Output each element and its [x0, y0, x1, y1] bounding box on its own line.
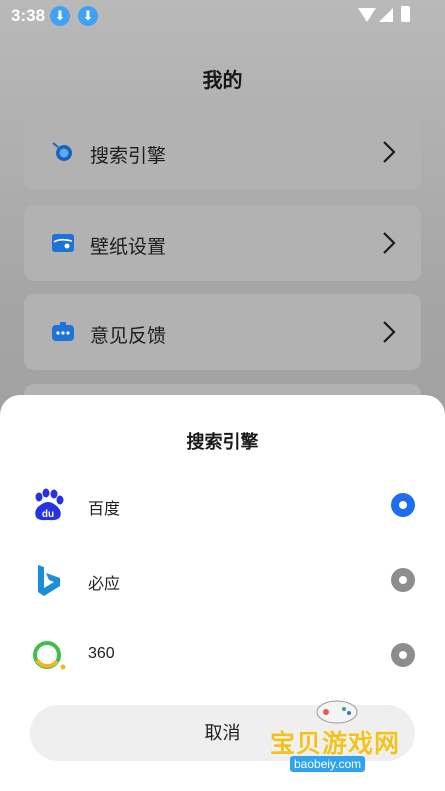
page-title: 我的: [202, 70, 243, 92]
search-engine-icon: [52, 142, 72, 161]
download-icon: ⬇: [78, 6, 98, 26]
gamepad-icon: [316, 700, 358, 724]
battery-icon: [401, 6, 410, 22]
wifi-icon: [358, 8, 376, 22]
radio-selected[interactable]: [391, 493, 415, 517]
engine-option-bing[interactable]: 必应: [0, 550, 445, 610]
menu-item-label: 壁纸设置: [90, 237, 167, 258]
baidu-logo-icon: du: [35, 488, 64, 521]
watermark-text: 宝贝游戏网: [270, 730, 401, 758]
wallpaper-icon: [52, 234, 74, 252]
download-icon: ⬇: [50, 6, 70, 26]
sheet-title: 搜索引擎: [186, 432, 259, 452]
engine-name: 必应: [88, 576, 121, 593]
chevron-right-icon: [383, 232, 396, 254]
radio-unselected[interactable]: [391, 568, 415, 592]
signal-icon: [379, 8, 393, 22]
engine-name: 360: [88, 645, 115, 662]
chevron-right-icon: [383, 321, 396, 343]
engine-name: 百度: [88, 501, 121, 518]
menu-item-label: 搜索引擎: [90, 146, 167, 167]
status-time: 3:38: [11, 6, 46, 25]
radio-unselected[interactable]: [391, 643, 415, 667]
bing-logo-icon: [38, 565, 60, 596]
feedback-icon: [52, 322, 74, 341]
engine-option-360[interactable]: 360: [0, 625, 445, 685]
chevron-right-icon: [383, 141, 396, 163]
watermark-url: baobeiy.com: [290, 756, 366, 772]
menu-item-feedback[interactable]: 意见反馈: [24, 294, 421, 370]
engine-option-baidu[interactable]: du 百度: [0, 475, 445, 535]
menu-item-search-engine[interactable]: 搜索引擎: [24, 114, 421, 190]
status-bar: 3:38 ⬇ ⬇: [0, 0, 445, 32]
svg-text:du: du: [42, 509, 54, 520]
menu-item-label: 意见反馈: [90, 326, 167, 347]
watermark-logo: 宝贝游戏网 baobeiy.com: [262, 696, 422, 788]
360-logo-icon: [33, 641, 66, 670]
menu-item-wallpaper[interactable]: 壁纸设置: [24, 205, 421, 281]
